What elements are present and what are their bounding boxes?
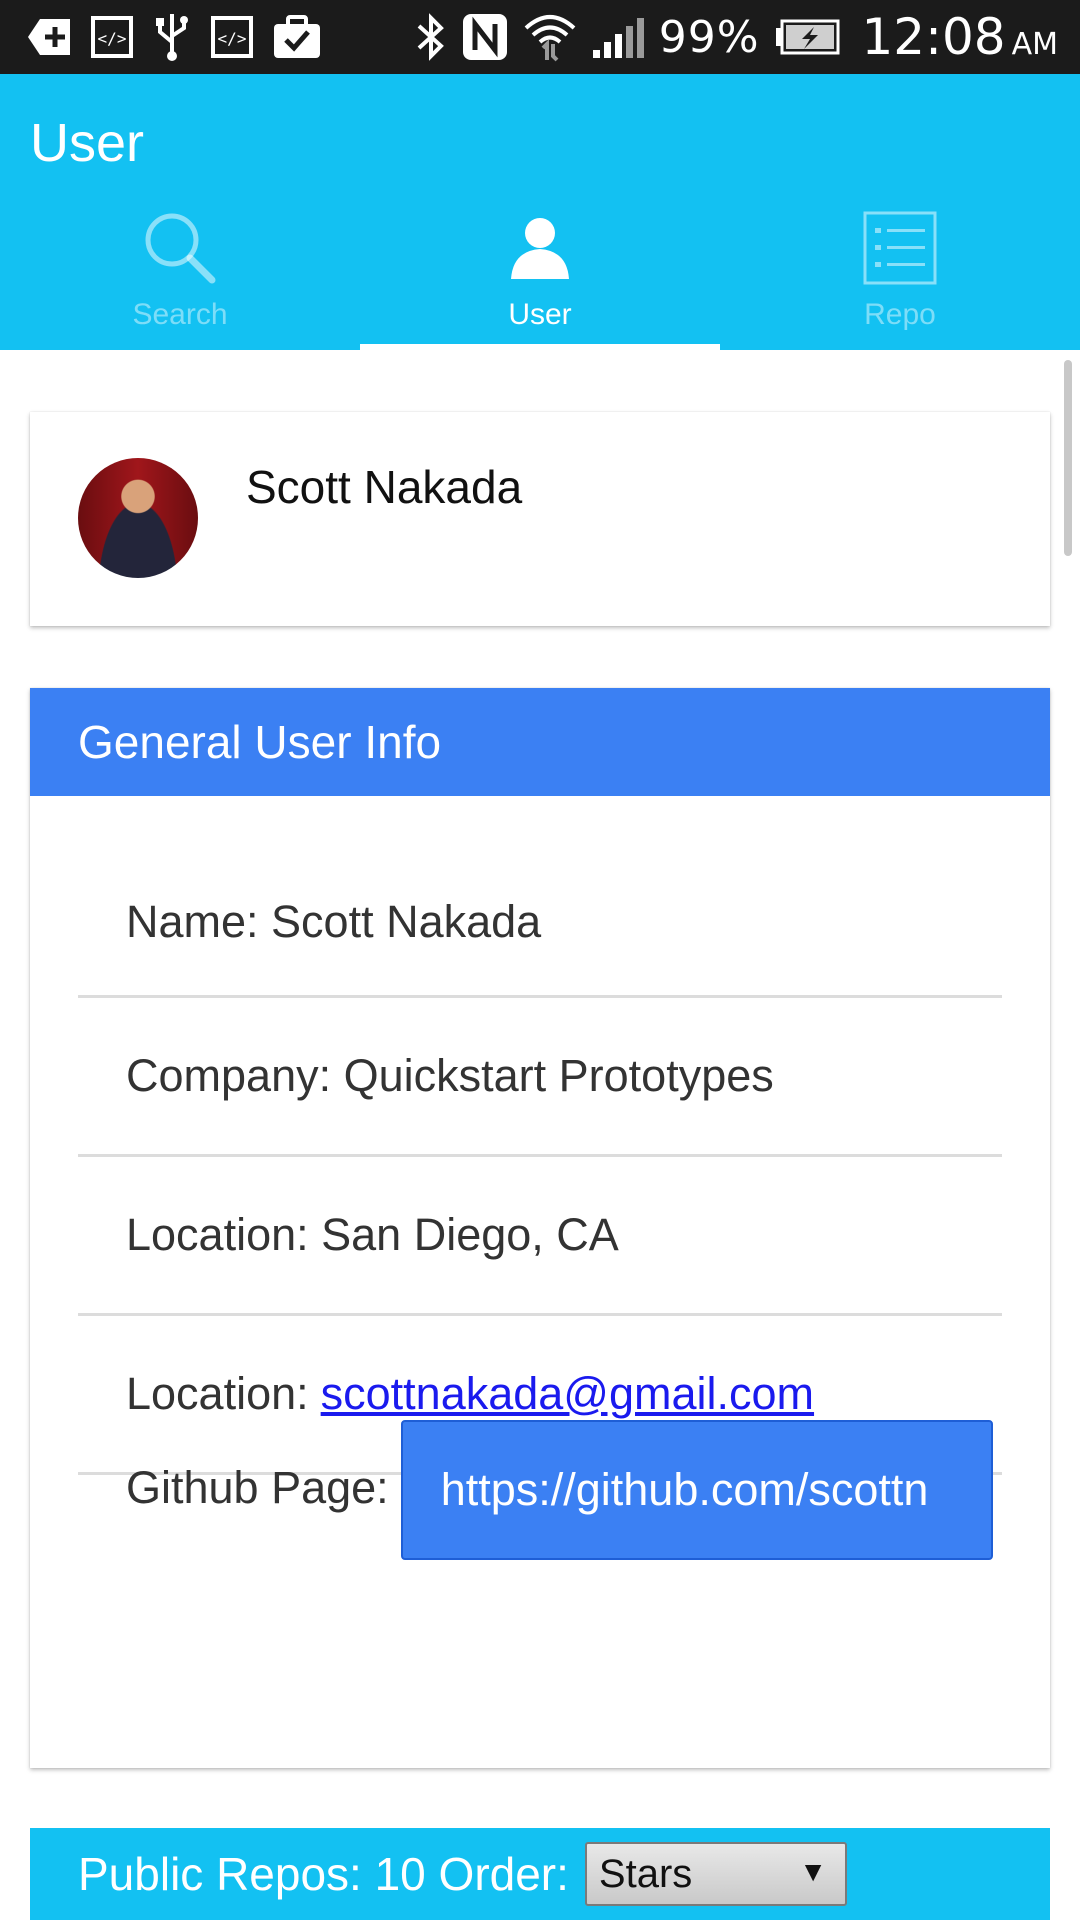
company-row: Company: Quickstart Prototypes <box>78 998 1002 1157</box>
app-title: User <box>30 113 145 173</box>
chevron-down-icon: ▼ <box>799 1856 827 1887</box>
general-info-card: General User Info Name: Scott Nakada Com… <box>30 688 1050 1768</box>
info-list: Name: Scott Nakada Company: Quickstart P… <box>78 796 1002 1475</box>
avatar <box>78 458 198 578</box>
profile-card: Scott Nakada <box>30 412 1050 626</box>
tab-search[interactable]: Search <box>0 202 360 350</box>
plus-arrow-icon <box>26 10 72 64</box>
public-repos-bar: Public Repos: 10 Order: Stars ▼ <box>30 1828 1050 1920</box>
list-icon <box>863 208 937 288</box>
general-info-header: General User Info <box>30 688 1050 796</box>
order-selected-value: Stars <box>598 1851 693 1896</box>
github-page-button[interactable]: https://github.com/scottn <box>400 1420 993 1560</box>
nfc-icon <box>461 10 509 64</box>
email-link[interactable]: scottnakada@gmail.com <box>321 1368 814 1420</box>
usb-icon <box>152 10 192 64</box>
tab-label: Search <box>132 298 228 331</box>
tab-user[interactable]: User <box>360 202 720 350</box>
tab-bar: Search User Repo <box>0 202 1080 350</box>
battery-charging-icon <box>774 10 840 64</box>
wifi-icon <box>523 10 577 64</box>
tab-repo[interactable]: Repo <box>720 202 1080 350</box>
github-label: Github Page: <box>126 1462 389 1513</box>
search-icon <box>140 208 220 288</box>
clipboard-check-icon <box>272 10 322 64</box>
user-icon <box>507 208 573 288</box>
app-bar: User Search User Repo <box>0 74 1080 350</box>
battery-percent: 99% <box>658 11 760 63</box>
name-row: Name: Scott Nakada <box>78 796 1002 998</box>
svg-text:</>: </> <box>218 29 247 48</box>
signal-icon <box>591 10 645 64</box>
public-repos-label: Public Repos: 10 Order: <box>78 1848 569 1900</box>
profile-name: Scott Nakada <box>246 461 523 513</box>
svg-text:</>: </> <box>98 29 127 48</box>
scrollbar[interactable] <box>1064 360 1072 556</box>
email-label: Location: <box>126 1368 309 1419</box>
bluetooth-icon <box>415 10 447 64</box>
location-row: Location: San Diego, CA <box>78 1157 1002 1316</box>
clock: 12:08 AM <box>861 8 1059 66</box>
code-icon: </> <box>90 10 134 64</box>
tab-label: Repo <box>864 298 936 331</box>
order-select[interactable]: Stars ▼ <box>584 1842 847 1906</box>
code-icon: </> <box>210 10 254 64</box>
github-row: Github Page: https://github.com/scottn <box>78 1420 1002 1590</box>
status-bar: </> </> 99% 12:08 AM <box>0 0 1080 74</box>
tab-label: User <box>508 298 572 331</box>
